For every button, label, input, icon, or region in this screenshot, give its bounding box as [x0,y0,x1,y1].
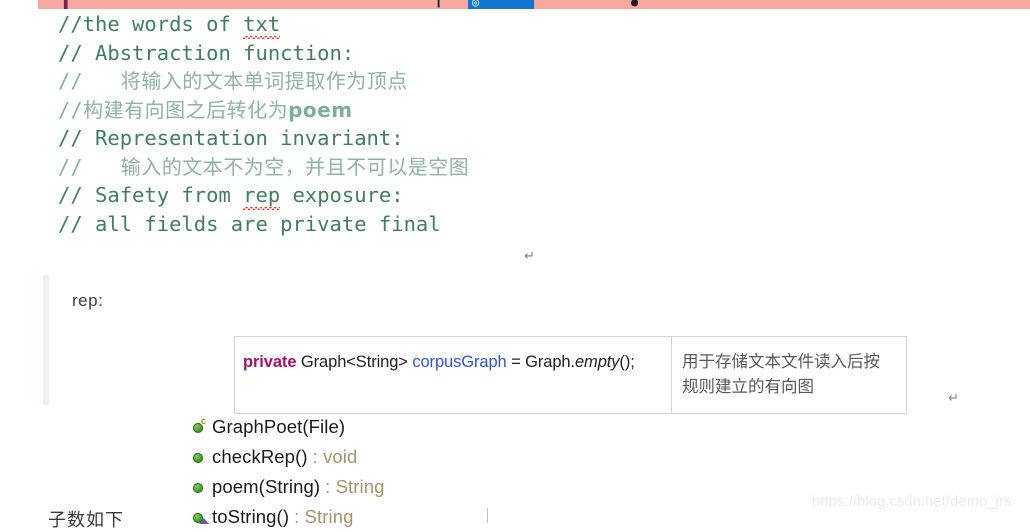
comment-line-7-suffix: exposure: [280,183,404,207]
field-code-cell: private Graph<String> corpusGraph = Grap… [234,336,672,414]
comment-line-2: // Abstraction function: [58,39,758,68]
left-change-bar [43,275,49,405]
comment-line-8-text: // all fields are private final [58,211,441,236]
field-identifier: corpusGraph [412,353,507,371]
return-mark-after-comments: ↵ [524,249,535,264]
javadoc-comment-block[interactable]: //the words of txt // Abstraction functi… [58,10,758,238]
bottom-cropped-text: 子数如下 [48,510,124,530]
green-dot-icon [193,483,203,493]
comment-line-2-text: // Abstraction function: [58,40,355,65]
override-method-member-icon [190,506,212,528]
field-type: Graph<String> [296,353,413,371]
constructor-member-icon: c [190,416,212,438]
toolbar-mark-1: ▌ [64,0,72,9]
override-triangle-icon [199,518,209,524]
member-label-poem: poem(String) [212,476,321,497]
comment-line-3-text: 将输入的文本单词提取作为顶点 [83,69,408,93]
keyword-private: private [243,353,297,371]
field-declaration-tail: (); [619,353,635,371]
method-member-icon [190,446,212,468]
comment-line-4-text: 构建有向图之后转化为 [83,97,289,122]
member-type-poem: : String [325,476,385,497]
comment-line-1-prefix: //the words of [58,12,244,36]
comment-line-4-slashes: // [58,97,84,122]
comment-line-7: // Safety from rep exposure: [58,181,758,210]
comment-line-3-slashes: // [58,69,84,93]
comment-line-1: //the words of txt [58,10,758,39]
comment-line-5: // Representation invariant: [58,124,758,153]
toolbar-mark-2: ❙ [435,0,443,9]
toolbar-selected-glyph: ◎ [472,0,480,9]
member-type-tostring: : String [294,506,354,527]
method-member-icon [190,476,212,498]
toolbar-mark-3: ● [631,0,639,9]
green-dot-icon [193,453,203,463]
rep-section-label: rep: [72,291,104,310]
constructor-badge-icon: c [201,416,207,426]
field-factory-method: empty [574,353,620,371]
field-assign-operator: = Graph. [506,353,575,371]
comment-line-4: //构建有向图之后转化为poem [58,96,758,125]
spellcheck-squiggle-txt: txt [243,10,281,39]
member-type-checkrep: : void [312,446,358,467]
blog-watermark: https://blog.csdn.net/demo_jrs [812,494,1012,510]
list-item[interactable]: toString() : String [190,502,385,532]
members-outline-list: c GraphPoet(File) checkRep() : void poem… [190,412,385,532]
field-declaration: private Graph<String> corpusGraph = Grap… [243,353,635,371]
comment-line-7-prefix: // Safety from [58,183,244,207]
rep-field-table: private Graph<String> corpusGraph = Grap… [234,336,907,414]
field-description-cell: 用于存储文本文件读入后按规则建立的有向图 [672,337,907,414]
list-item[interactable]: poem(String) : String [190,472,385,502]
field-description-text: 用于存储文本文件读入后按规则建立的有向图 [682,353,880,396]
bottom-text-cursor [487,508,488,523]
return-mark-after-table: ↵ [948,391,959,406]
comment-line-6-slashes: // [58,154,84,179]
member-label-checkrep: checkRep() [212,446,308,467]
comment-line-6-text: 输入的文本不为空，并且不可以是空图 [83,154,470,179]
comment-line-5-text: // Representation invariant: [58,126,404,150]
comment-line-4-bold-word: poem [288,97,353,122]
member-label-tostring: toString() [212,506,290,527]
list-item[interactable]: checkRep() : void [190,442,385,472]
list-item[interactable]: c GraphPoet(File) [190,412,385,442]
member-label-constructor: GraphPoet(File) [212,416,346,437]
comment-line-6: // 输入的文本不为空，并且不可以是空图 [58,153,758,182]
comment-line-8: // all fields are private final [58,210,758,239]
table-row[interactable]: private Graph<String> corpusGraph = Grap… [234,336,907,414]
comment-line-3: // 将输入的文本单词提取作为顶点 [58,67,758,96]
top-toolbar-strip[interactable]: ▌ ❙ ● ◎ [38,0,1030,9]
spellcheck-squiggle-rep: rep [243,181,281,210]
